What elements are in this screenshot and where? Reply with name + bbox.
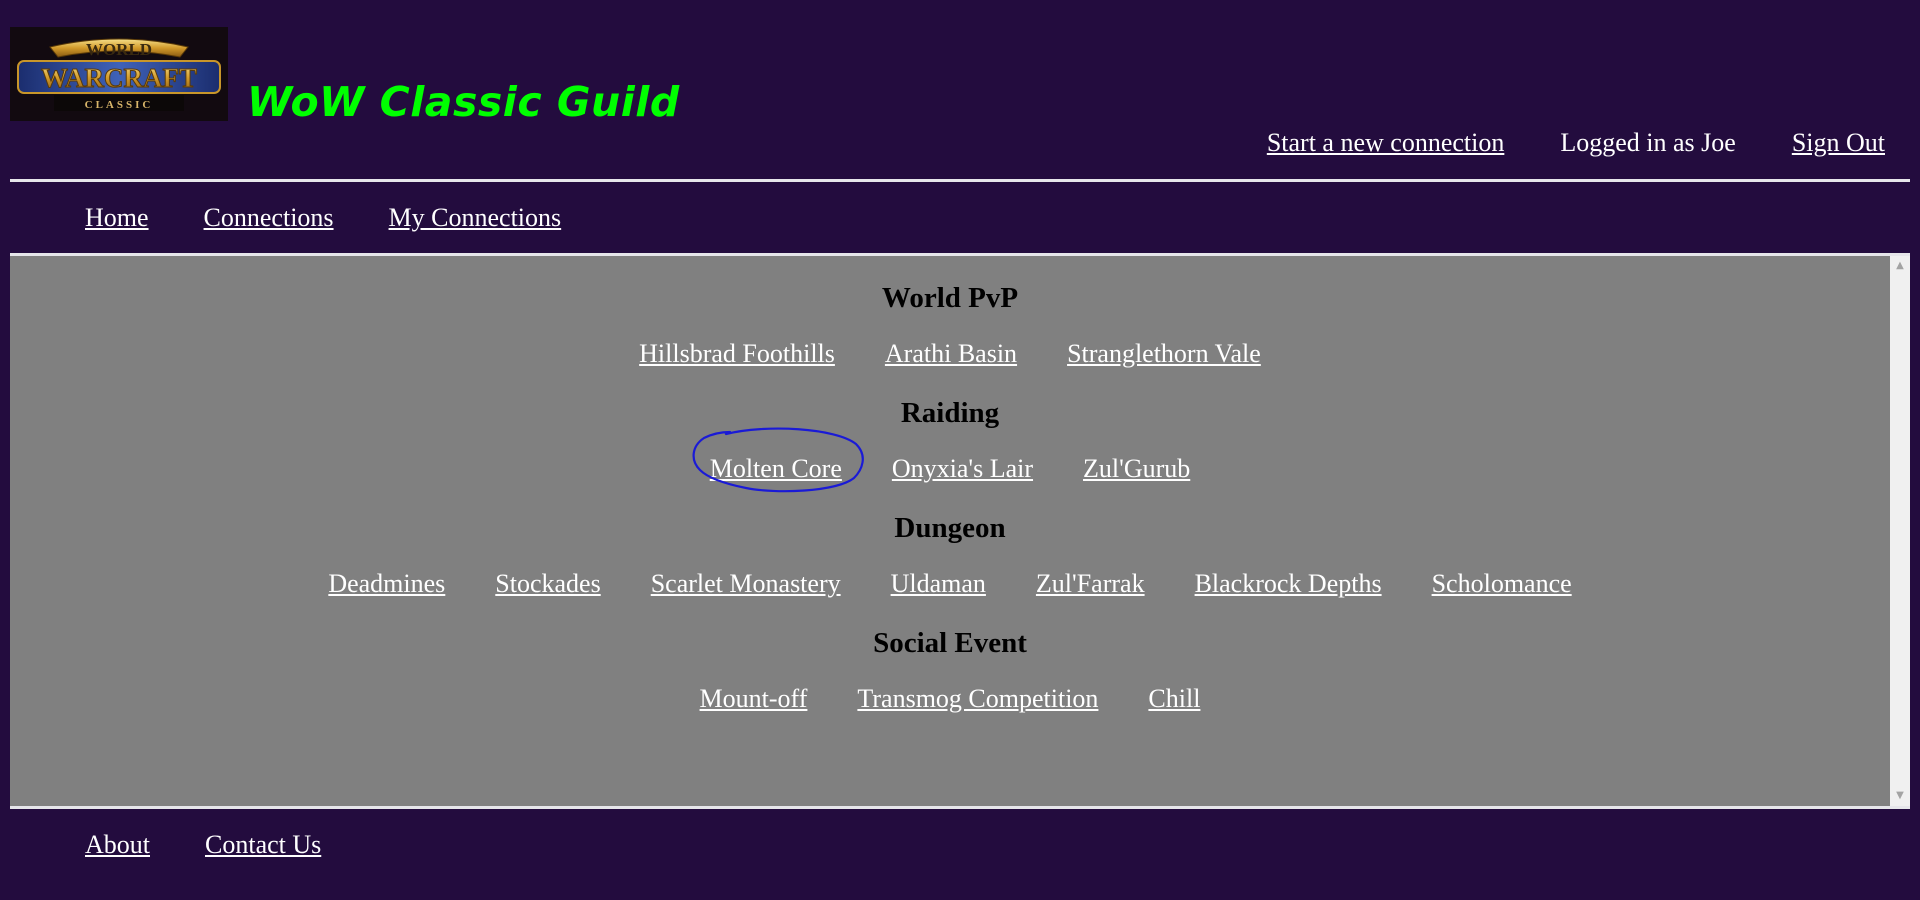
dungeon-link-scholomance[interactable]: Scholomance	[1432, 569, 1572, 599]
site-header: WORLD WARCRAFT CLASSIC WoW Classic Guild…	[0, 0, 1920, 180]
raid-link-molten-core-label: Molten Core	[709, 454, 842, 483]
footer-divider	[10, 806, 1910, 809]
dungeon-link-uldaman[interactable]: Uldaman	[891, 569, 986, 599]
social-event-heading: Social Event	[873, 627, 1027, 659]
nav-home-link[interactable]: Home	[85, 203, 149, 233]
start-new-connection-link[interactable]: Start a new connection	[1267, 128, 1505, 158]
social-link-transmog-competition[interactable]: Transmog Competition	[857, 684, 1098, 714]
logo-text-warcraft: WARCRAFT	[41, 63, 197, 93]
user-bar: Start a new connection Logged in as Joe …	[1267, 128, 1885, 158]
raid-link-onyxias-lair[interactable]: Onyxia's Lair	[892, 454, 1033, 484]
dungeon-link-zulfarrak[interactable]: Zul'Farrak	[1036, 569, 1145, 599]
logo-text-classic: CLASSIC	[85, 99, 154, 111]
raid-link-zulgurub[interactable]: Zul'Gurub	[1083, 454, 1190, 484]
main-nav: Home Connections My Connections	[85, 203, 561, 233]
pvp-link-arathi-basin[interactable]: Arathi Basin	[885, 339, 1017, 369]
content-scrollbar[interactable]: ▲ ▼	[1890, 256, 1910, 806]
pvp-link-stranglethorn-vale[interactable]: Stranglethorn Vale	[1067, 339, 1261, 369]
dungeon-links: Deadmines Stockades Scarlet Monastery Ul…	[10, 569, 1890, 599]
header-divider	[10, 179, 1910, 182]
world-pvp-links: Hillsbrad Foothills Arathi Basin Strangl…	[10, 339, 1890, 369]
dungeon-link-blackrock-depths[interactable]: Blackrock Depths	[1195, 569, 1382, 599]
scroll-down-arrow-icon[interactable]: ▼	[1890, 786, 1910, 806]
nav-my-connections-link[interactable]: My Connections	[389, 203, 562, 233]
social-link-chill[interactable]: Chill	[1148, 684, 1200, 714]
dungeon-link-deadmines[interactable]: Deadmines	[328, 569, 445, 599]
social-event-links: Mount-off Transmog Competition Chill	[10, 684, 1890, 714]
sign-out-link[interactable]: Sign Out	[1792, 128, 1885, 158]
dungeon-heading: Dungeon	[894, 512, 1006, 544]
site-title: WoW Classic Guild	[247, 78, 680, 126]
social-link-mount-off[interactable]: Mount-off	[700, 684, 808, 714]
scroll-up-arrow-icon[interactable]: ▲	[1890, 256, 1910, 276]
pvp-link-hillsbrad-foothills[interactable]: Hillsbrad Foothills	[639, 339, 835, 369]
nav-connections-link[interactable]: Connections	[204, 203, 334, 233]
wow-classic-logo[interactable]: WORLD WARCRAFT CLASSIC	[10, 27, 228, 121]
footer-about-link[interactable]: About	[85, 830, 150, 860]
logo-text-world: WORLD	[86, 40, 152, 59]
dungeon-link-scarlet-monastery[interactable]: Scarlet Monastery	[651, 569, 841, 599]
dungeon-link-stockades[interactable]: Stockades	[495, 569, 600, 599]
wow-classic-logo-image: WORLD WARCRAFT CLASSIC	[10, 27, 228, 121]
connection-categories-panel: World PvP Hillsbrad Foothills Arathi Bas…	[10, 256, 1890, 806]
raiding-links: Molten Core Onyxia's Lair Zul'Gurub	[10, 427, 1890, 493]
logged-in-status: Logged in as Joe	[1560, 128, 1736, 157]
raid-link-molten-core[interactable]: Molten Core	[692, 427, 864, 493]
footer-nav: About Contact Us	[85, 830, 321, 860]
footer-contact-us-link[interactable]: Contact Us	[205, 830, 321, 860]
world-pvp-heading: World PvP	[881, 282, 1019, 314]
raiding-heading: Raiding	[900, 397, 1000, 429]
